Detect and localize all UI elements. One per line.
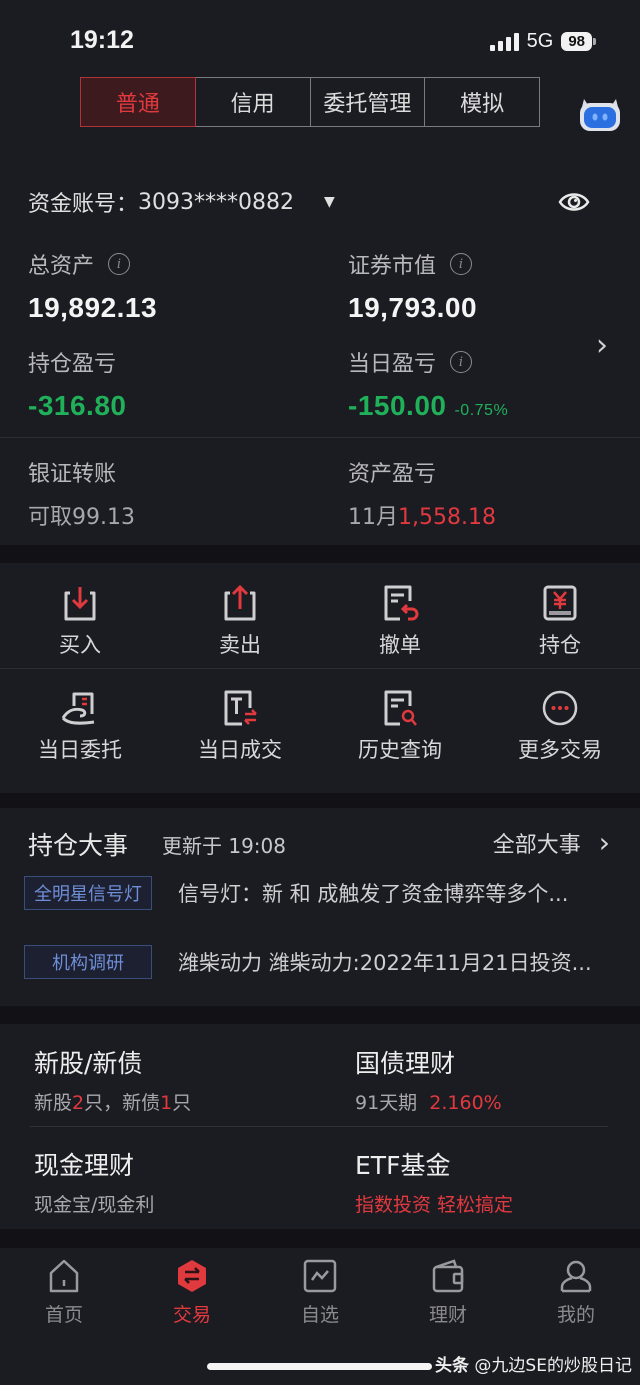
- account-label: 资金账号：: [28, 192, 139, 217]
- position-pnl-label: 持仓盈亏: [28, 352, 117, 377]
- tab-simulation[interactable]: 模拟: [425, 78, 539, 126]
- cancel-order-button[interactable]: 撤单: [320, 563, 480, 668]
- daily-pnl-label: 当日盈亏 i: [348, 346, 473, 378]
- events-title: 持仓大事: [28, 831, 129, 860]
- more-trades-button[interactable]: 更多交易: [480, 668, 640, 773]
- watchlist-chart-icon: [303, 1259, 337, 1293]
- ipo-counts: 新股2只，新债1只: [34, 1092, 192, 1114]
- event-tag: 全明星信号灯: [24, 876, 152, 910]
- holding-events: 持仓大事 更新于 19:08 全部大事 › 全明星信号灯 信号灯：新 和 成触发…: [0, 808, 640, 1006]
- event-item[interactable]: 机构调研 潍柴动力 潍柴动力:2022年11月21日投资...: [24, 945, 614, 979]
- info-icon[interactable]: i: [108, 253, 131, 275]
- section-gap: [0, 545, 640, 563]
- chevron-right-icon[interactable]: ›: [596, 328, 608, 363]
- buy-button[interactable]: 买入: [0, 563, 160, 668]
- daily-order-icon: [61, 692, 95, 725]
- dropdown-icon[interactable]: ▼: [324, 194, 335, 210]
- signal-icon: [489, 32, 519, 51]
- total-assets-value: 19,892.13: [28, 292, 158, 323]
- cash-management-card[interactable]: 现金理财 现金宝/现金利: [34, 1146, 154, 1217]
- ipo-card[interactable]: 新股/新债 新股2只，新债1只: [34, 1044, 191, 1115]
- user-icon: [560, 1260, 592, 1293]
- chevron-right-icon: ›: [598, 826, 610, 859]
- position-pnl-value: -316.80: [28, 390, 127, 421]
- daily-pnl: -150.00 -0.75%: [348, 390, 508, 422]
- info-icon[interactable]: i: [450, 351, 473, 373]
- status-indicators: 5G 98: [489, 30, 596, 53]
- divider: [30, 1126, 608, 1127]
- robot-assistant-icon[interactable]: [576, 93, 624, 133]
- buy-icon: [64, 587, 96, 621]
- watermark: 头条 @九边SE的炒股日记: [435, 1356, 632, 1376]
- status-time: 19:12: [70, 26, 134, 54]
- etf-card[interactable]: ETF基金 指数投资 轻松搞定: [355, 1146, 513, 1217]
- total-assets-label: 总资产 i: [28, 248, 131, 280]
- tab-credit[interactable]: 信用: [196, 78, 311, 126]
- daily-orders-button[interactable]: 当日委托: [0, 668, 160, 773]
- monthly-asset-pnl: 11月1,558.18: [348, 505, 496, 530]
- event-text: 潍柴动力 潍柴动力:2022年11月21日投资...: [178, 951, 592, 975]
- event-item[interactable]: 全明星信号灯 信号灯：新 和 成触发了资金博弈等多个...: [24, 876, 614, 910]
- market-value-label: 证券市值 i: [348, 248, 473, 280]
- tab-profile[interactable]: 我的: [512, 1258, 640, 1327]
- market-value-value: 19,793.00: [348, 292, 478, 323]
- bank-transfer-label[interactable]: 银证转账: [28, 456, 116, 488]
- tab-watchlist[interactable]: 自选: [256, 1258, 384, 1327]
- sell-button[interactable]: 卖出: [160, 563, 320, 668]
- network-type: 5G: [526, 30, 554, 52]
- status-bar: 19:12 5G 98: [0, 0, 640, 76]
- actions-row-2: 当日委托 当日成交 历史查询 更多交易: [0, 668, 640, 773]
- daily-pnl-percent: -0.75%: [454, 402, 509, 419]
- eye-icon[interactable]: [558, 186, 590, 218]
- section-gap: [0, 1006, 640, 1024]
- all-events-link[interactable]: 全部大事 ›: [493, 826, 610, 859]
- sell-icon: [224, 584, 256, 621]
- tab-order-management[interactable]: 委托管理: [311, 78, 426, 126]
- tab-wealth[interactable]: 理财: [384, 1258, 512, 1327]
- history-query-button[interactable]: 历史查询: [320, 668, 480, 773]
- cancel-order-icon: [384, 585, 419, 621]
- treasury-rate: 91天期 2.160%: [355, 1092, 502, 1114]
- trade-icon: [178, 1260, 206, 1292]
- home-icon: [49, 1259, 79, 1293]
- section-gap: [0, 793, 640, 808]
- account-number: 3093****0882: [138, 189, 294, 215]
- tab-normal[interactable]: 普通: [80, 77, 196, 127]
- daily-trades-button[interactable]: 当日成交: [160, 668, 320, 773]
- account-mode-tabs: 普通 信用 委托管理 模拟: [80, 77, 540, 127]
- position-button[interactable]: 持仓: [480, 563, 640, 668]
- event-text: 信号灯：新 和 成触发了资金博弈等多个...: [178, 882, 569, 906]
- asset-pnl-label[interactable]: 资产盈亏: [348, 456, 436, 488]
- tab-home[interactable]: 首页: [0, 1258, 128, 1327]
- actions-row-1: 买入 卖出 撤单 持仓: [0, 563, 640, 668]
- battery-icon: 98: [561, 32, 596, 51]
- wallet-icon: [432, 1259, 464, 1293]
- info-icon[interactable]: i: [450, 253, 473, 275]
- treasury-card[interactable]: 国债理财 91天期 2.160%: [355, 1044, 502, 1115]
- events-updated-time: 更新于 19:08: [162, 834, 286, 858]
- tab-trade[interactable]: 交易: [128, 1258, 256, 1327]
- home-indicator[interactable]: [207, 1363, 432, 1370]
- withdrawable-amount: 可取99.13: [28, 505, 135, 530]
- daily-pnl-value: -150.00: [348, 390, 447, 421]
- daily-trade-icon: [224, 690, 257, 726]
- section-gap: [0, 1229, 640, 1248]
- history-search-icon: [384, 690, 417, 726]
- financial-products: 新股/新债 新股2只，新债1只 国债理财 91天期 2.160% 现金理财 现金…: [0, 1024, 640, 1229]
- battery-level: 98: [561, 32, 592, 51]
- account-summary: 资金账号： 3093****0882 ▼ 总资产 i 19,892.13 证券市…: [0, 160, 640, 545]
- account-selector[interactable]: 资金账号： 3093****0882 ▼: [28, 186, 335, 218]
- divider: [0, 437, 640, 438]
- more-icon: [542, 690, 578, 726]
- event-tag: 机构调研: [24, 945, 152, 979]
- trade-actions-grid: 买入 卖出 撤单 持仓 当日委托 当日成交 历史查询 更多交易: [0, 563, 640, 793]
- position-icon: [543, 585, 577, 621]
